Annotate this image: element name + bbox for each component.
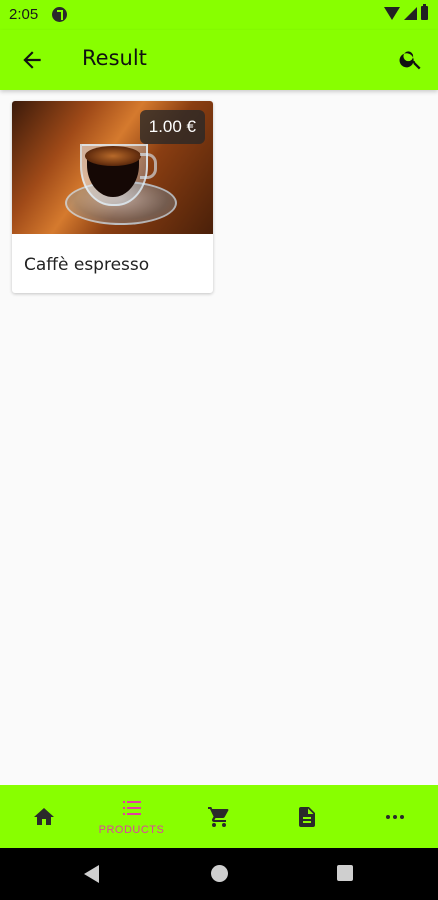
nav-home[interactable] [0,785,87,848]
cup-handle [140,153,157,179]
product-card[interactable]: 1.00 € Caffè espresso [12,101,213,293]
crema [85,146,141,166]
home-icon [34,808,54,825]
system-back-icon[interactable] [84,865,99,883]
more-icon [386,815,404,819]
nav-products[interactable]: PRODUCTS [88,785,175,848]
product-image: 1.00 € [12,101,213,234]
document-icon [299,807,315,827]
back-arrow-icon[interactable] [18,47,46,73]
page-title: Result [82,46,147,70]
wifi-icon [384,6,400,20]
nav-documents[interactable] [263,785,350,848]
system-home-icon[interactable] [211,865,228,882]
nav-cart[interactable] [175,785,262,848]
system-navigation-bar [0,848,438,900]
bottom-navigation: PRODUCTS [0,785,438,848]
nav-more[interactable] [351,785,438,848]
price-badge: 1.00 € [139,110,205,144]
product-name: Caffè espresso [24,255,150,275]
system-recents-icon[interactable] [337,865,353,881]
status-time: 2:05 [9,6,39,23]
status-bar: 2:05 [0,0,438,30]
signal-icon [404,6,417,20]
nav-products-label: PRODUCTS [98,824,165,836]
sync-icon [52,7,67,22]
app-bar: Result [0,30,438,90]
list-icon [123,801,141,815]
status-icons [384,4,428,20]
battery-icon [421,4,428,20]
cart-icon [208,807,229,827]
search-icon[interactable] [398,46,424,72]
